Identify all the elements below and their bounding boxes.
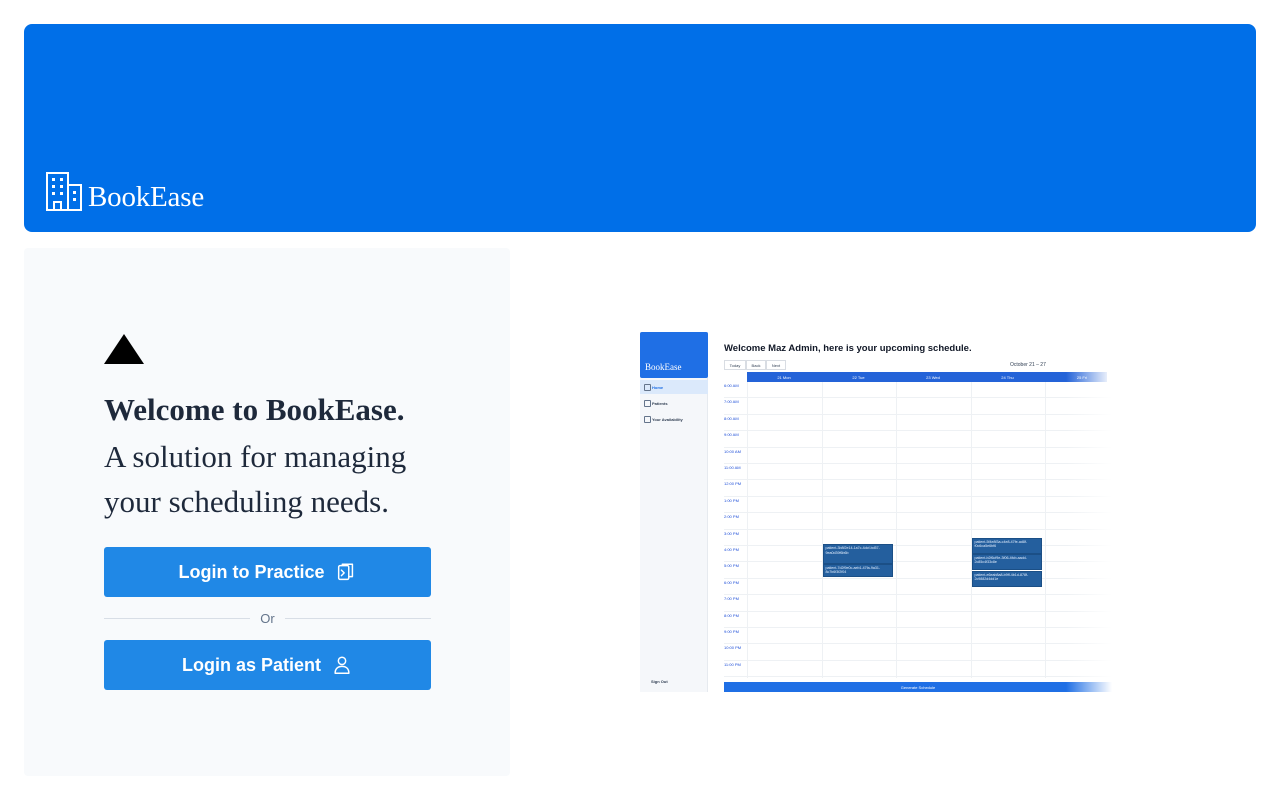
preview-appointment-event: patient-7d2f9e0c-aeb1-47fa-9a31-8c7b6f3f… — [822, 564, 893, 578]
preview-title: Welcome Maz Admin, here is your upcoming… — [724, 343, 972, 354]
preview-day-gridline — [821, 382, 823, 678]
preview-time-row: 4:00 PM — [724, 546, 1112, 563]
preview-day-header: 21 Mon — [777, 374, 791, 380]
preview-fade — [1066, 332, 1112, 694]
triangle-icon — [104, 334, 144, 364]
preview-time-label: 8:00 AM — [724, 415, 739, 421]
clipboard-copy-icon — [337, 563, 353, 581]
app-preview-screenshot: BookEase Home Patients Your Availability… — [640, 332, 1112, 694]
preview-time-row: 1:00 PM — [724, 497, 1112, 514]
preview-time-label: 9:00 PM — [724, 629, 739, 634]
preview-nav-availability: Your Availability — [640, 412, 708, 426]
preview-time-row: 2:00 PM — [724, 513, 1112, 530]
preview-time-row: 11:00 PM — [724, 661, 1112, 678]
preview-date-range: October 21 – 27 — [1010, 362, 1046, 368]
building-icon — [46, 172, 82, 211]
preview-time-label: 1:00 PM — [724, 497, 739, 503]
preview-sign-out: Sign Out — [651, 679, 668, 684]
preview-generate-bar: Generate Schedule — [724, 682, 1112, 692]
brand-name: BookEase — [88, 181, 204, 213]
preview-day-gridline — [747, 382, 748, 678]
user-icon — [334, 656, 350, 674]
preview-time-label: 8:00 PM — [724, 612, 739, 618]
preview-time-label: 7:00 AM — [724, 399, 739, 405]
preview-nav-patients: Patients — [640, 396, 708, 410]
preview-calendar: 21 Mon22 Tue23 Wed24 Thu25 Fri 6:00 AM7:… — [724, 372, 1112, 678]
preview-brand-name: BookEase — [645, 362, 682, 372]
preview-time-row: 7:00 PM — [724, 595, 1112, 612]
preview-appointment-event: patient-3b8f2e14-1a7c-4dcf-bd57-9ea0d39f… — [822, 544, 893, 565]
login-panel: Welcome to BookEase. A solution for mana… — [24, 248, 510, 776]
preview-back-button: Back — [746, 360, 766, 370]
preview-appointment-event: patient-5f4e8f3a-c4e8-47fe-ad8f-f0c6ca5e… — [971, 537, 1042, 554]
preview-time-row: 8:00 PM — [724, 612, 1112, 628]
preview-time-label: 11:00 PM — [724, 661, 741, 667]
divider-line-left — [104, 617, 251, 619]
preview-day-gridline — [1045, 382, 1046, 678]
preview-time-row: 12:00 PM — [724, 480, 1112, 497]
preview-time-row: 6:00 AM — [724, 382, 1112, 399]
preview-time-label: 3:00 PM — [724, 530, 739, 536]
or-divider: Or — [104, 609, 432, 627]
hero-banner: BookEase — [24, 24, 1256, 232]
preview-time-label: 2:00 PM — [724, 514, 739, 520]
preview-time-label: 6:00 AM — [724, 383, 739, 388]
preview-nav-home: Home — [640, 380, 708, 394]
preview-time-row: 8:00 AM — [724, 415, 1112, 432]
preview-day-header: 23 Wed — [926, 374, 940, 380]
preview-day-gridline — [970, 382, 972, 678]
preview-time-label: 9:00 AM — [724, 432, 739, 438]
preview-time-label: 5:00 PM — [724, 563, 739, 569]
preview-time-label: 12:00 PM — [724, 481, 742, 487]
preview-brandbar: BookEase — [640, 332, 708, 378]
login-to-practice-label: Login to Practice — [178, 561, 325, 582]
preview-time-row: 10:00 AM — [724, 448, 1112, 464]
welcome-heading: Welcome to BookEase. — [104, 392, 405, 427]
preview-sidebar: BookEase Home Patients Your Availability… — [640, 332, 708, 692]
preview-day-header: 24 Thu — [1001, 374, 1014, 380]
preview-day-gridline — [896, 382, 897, 678]
preview-time-row: 3:00 PM — [724, 530, 1112, 546]
preview-time-label: 6:00 PM — [724, 579, 739, 585]
preview-time-row: 5:00 PM — [724, 562, 1112, 579]
preview-time-label: 11:00 AM — [724, 465, 741, 470]
preview-time-row: 10:00 PM — [724, 644, 1112, 661]
login-as-patient-label: Login as Patient — [181, 654, 322, 675]
preview-next-button: Next — [766, 360, 786, 370]
preview-appointment-event: patient-e6eab8a8-b9ff-4b1d-878f-2c9882d4… — [971, 570, 1042, 587]
preview-time-label: 4:00 PM — [724, 547, 739, 552]
preview-today-button: Today — [724, 360, 746, 370]
preview-time-row: 7:00 AM — [724, 398, 1112, 415]
login-as-patient-button[interactable]: Login as Patient — [104, 640, 431, 690]
preview-time-row: 6:00 PM — [724, 579, 1112, 596]
preview-appointment-event: patient-b2f6cf9e-3f06-4fcb-aadd-2c85c4f3… — [971, 554, 1042, 571]
divider-line-right — [284, 617, 432, 619]
preview-generate-label: Generate Schedule — [900, 684, 936, 690]
brand[interactable]: BookEase — [44, 172, 204, 212]
preview-time-label: 10:00 PM — [724, 645, 742, 651]
preview-time-label: 7:00 PM — [724, 596, 739, 602]
or-label: Or — [260, 610, 275, 626]
preview-time-row: 11:00 AM — [724, 464, 1112, 481]
preview-time-row: 9:00 PM — [724, 628, 1112, 645]
tagline: A solution for managing your scheduling … — [104, 439, 407, 519]
preview-calendar-header: 21 Mon22 Tue23 Wed24 Thu25 Fri — [747, 372, 1107, 382]
preview-time-row: 9:00 AM — [724, 431, 1112, 448]
preview-day-header: 22 Tue — [852, 374, 865, 380]
preview-time-label: 10:00 AM — [724, 448, 741, 454]
login-to-practice-button[interactable]: Login to Practice — [104, 547, 431, 597]
